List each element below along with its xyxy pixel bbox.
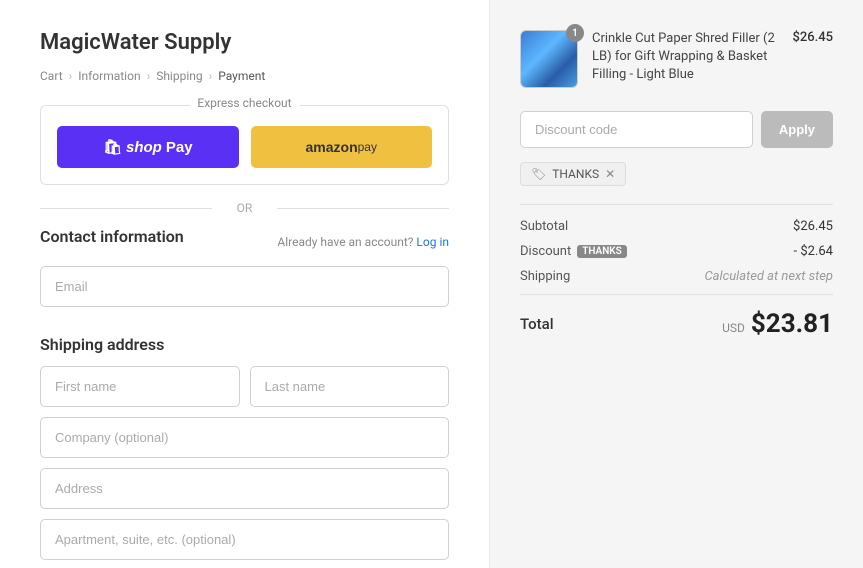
or-text: OR [237,201,253,215]
shipping-value: Calculated at next step [704,269,833,284]
breadcrumb: Cart › Information › Shipping › Payment [40,69,449,83]
login-link[interactable]: Log in [416,235,449,249]
shoppay-icon: 🛍 [103,138,122,156]
shipping-title: Shipping address [40,335,449,354]
amazon-pay-text: pay [358,140,377,154]
amazonpay-button[interactable]: amazon pay [251,126,433,168]
apply-button[interactable]: Apply [761,111,833,148]
breadcrumb-cart[interactable]: Cart [40,69,63,83]
total-currency: USD [722,321,745,335]
email-field[interactable] [40,266,449,307]
shoppay-button[interactable]: 🛍 shop Pay [57,126,239,168]
or-divider: OR [40,201,449,215]
discount-line: Discount THANKS - $2.64 [520,244,833,259]
amazon-logo: amazon [306,139,358,155]
discount-tag-label: THANKS [552,167,599,181]
store-name: MagicWater Supply [40,30,449,55]
discount-value: - $2.64 [794,244,833,259]
total-value: $23.81 [751,309,833,339]
product-price: $26.45 [792,30,833,45]
left-panel: MagicWater Supply Cart › Information › S… [0,0,490,568]
already-text: Already have an account? [277,235,413,249]
breadcrumb-shipping[interactable]: Shipping [156,69,202,83]
right-panel: 1 Crinkle Cut Paper Shred Filler (2 LB) … [490,0,863,568]
subtotal-label: Subtotal [520,219,568,234]
shoppay-label: shop [126,139,162,156]
company-field[interactable] [40,417,449,458]
discount-code-badge: THANKS [577,245,627,258]
product-quantity-badge: 1 [566,24,584,42]
breadcrumb-sep-3: › [209,69,213,83]
total-line: Total USD $23.81 [520,294,833,339]
tag-icon: 🏷 [531,167,546,181]
breadcrumb-sep-1: › [69,69,73,83]
apt-field[interactable] [40,519,449,560]
contact-header: Contact information Already have an acco… [40,227,449,256]
product-image-wrap: 1 [520,30,578,88]
shoppay-pay: Pay [166,139,193,156]
first-name-field[interactable] [40,366,240,407]
breadcrumb-sep-2: › [147,69,151,83]
breadcrumb-information[interactable]: Information [78,69,140,83]
express-checkout-section: Express checkout 🛍 shop Pay amazon pay [40,105,449,185]
product-name: Crinkle Cut Paper Shred Filler (2 LB) fo… [592,30,778,85]
already-account: Already have an account? Log in [277,235,449,249]
express-checkout-label: Express checkout [189,96,299,110]
express-checkout-buttons: 🛍 shop Pay amazon pay [57,126,432,168]
discount-tag: 🏷 THANKS ✕ [520,162,626,186]
total-label: Total [520,315,554,333]
last-name-field[interactable] [250,366,450,407]
discount-input[interactable] [520,111,753,148]
shipping-line: Shipping Calculated at next step [520,269,833,284]
subtotal-line: Subtotal $26.45 [520,219,833,234]
discount-row: Apply [520,111,833,148]
product-info: Crinkle Cut Paper Shred Filler (2 LB) fo… [592,30,778,89]
discount-tag-remove[interactable]: ✕ [605,167,615,181]
address-field[interactable] [40,468,449,509]
discount-label-text: Discount [520,244,571,259]
subtotal-value: $26.45 [793,219,833,234]
name-row [40,366,449,407]
discount-label: Discount THANKS [520,244,627,259]
breadcrumb-payment: Payment [218,69,265,83]
total-value-wrap: USD $23.81 [722,309,833,339]
product-row: 1 Crinkle Cut Paper Shred Filler (2 LB) … [520,30,833,89]
contact-title: Contact information [40,227,184,246]
shipping-label: Shipping [520,269,570,284]
summary-lines: Subtotal $26.45 Discount THANKS - $2.64 … [520,204,833,284]
